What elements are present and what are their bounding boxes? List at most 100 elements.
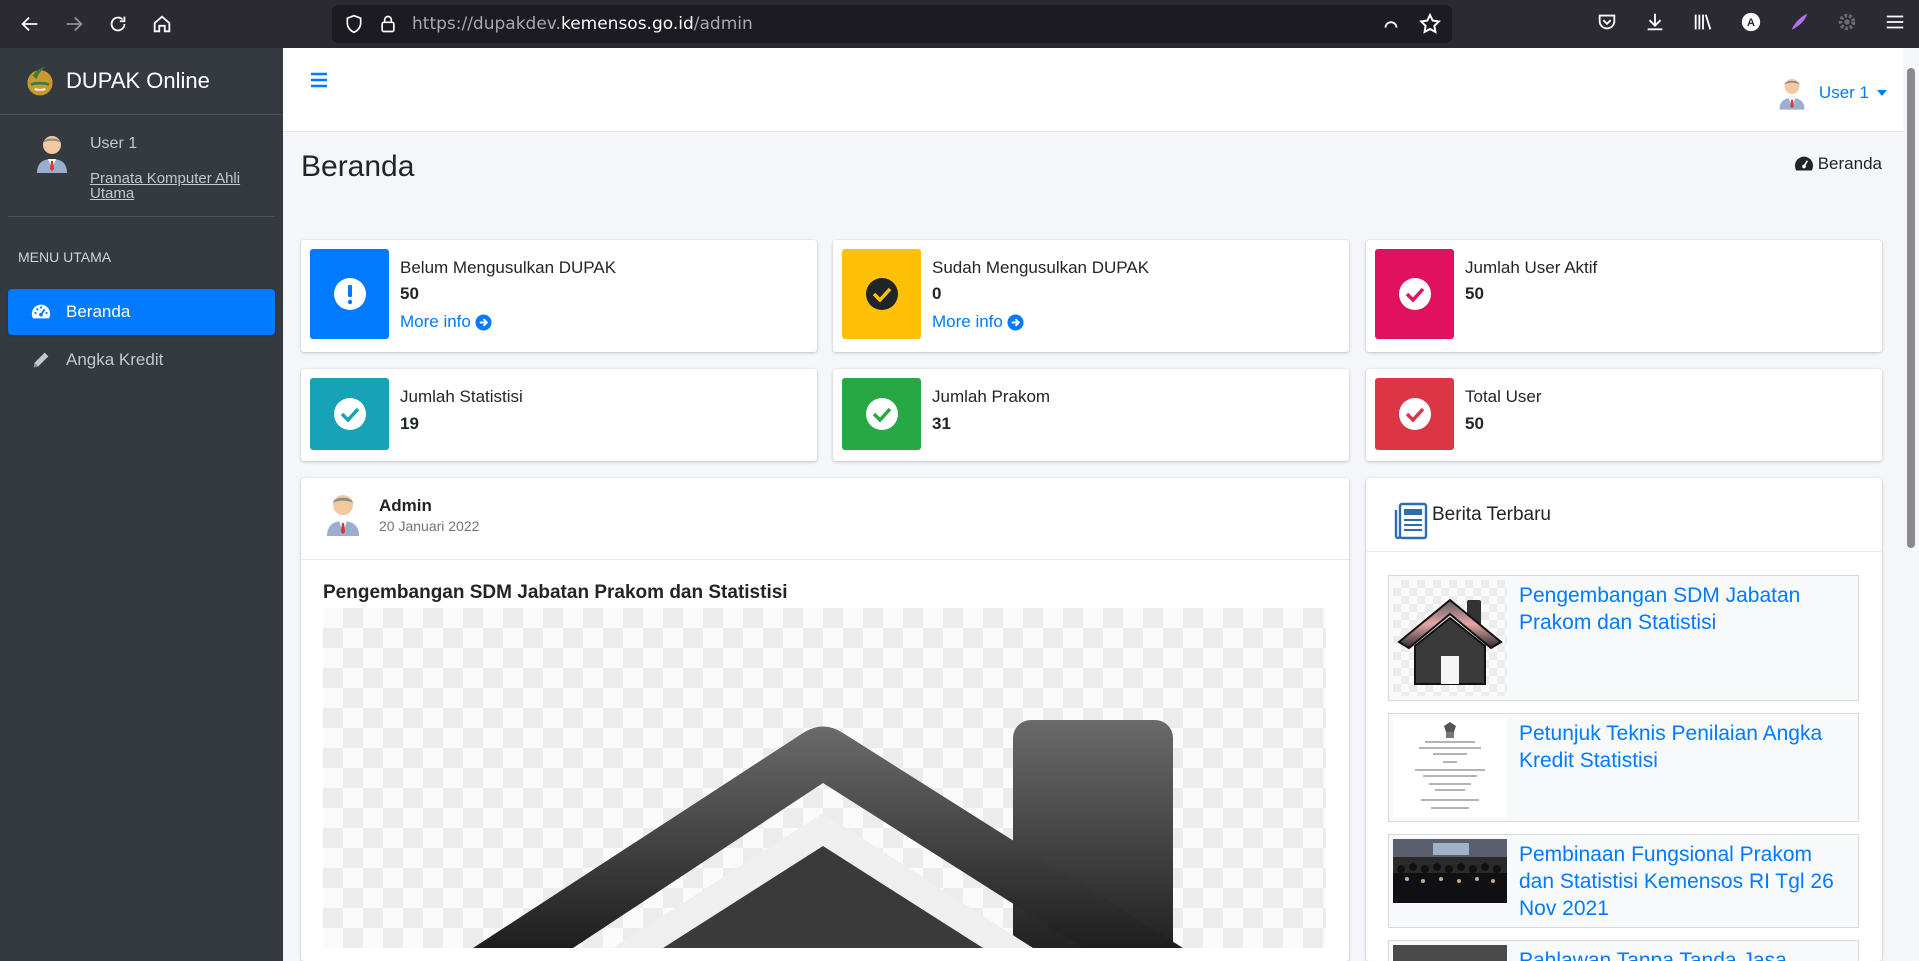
news-item[interactable]: Pahlawan Tanpa Tanda Jasa xyxy=(1388,940,1859,961)
forward-arrow-icon[interactable] xyxy=(60,10,88,38)
url-bar[interactable]: https://dupakdev.kemensos.go.id/admin xyxy=(332,5,1452,43)
account-icon[interactable]: A xyxy=(1739,10,1763,34)
news-header: Berita Terbaru xyxy=(1366,478,1882,552)
news-thumbnail xyxy=(1393,580,1507,696)
news-card: Berita Terbaru Pengembangan SDM Jabatan … xyxy=(1366,478,1882,961)
info-box-label: Jumlah Statistisi xyxy=(400,387,523,406)
info-box-value: 0 xyxy=(932,284,942,303)
check-circle-icon xyxy=(1398,278,1431,310)
exclamation-icon xyxy=(333,278,366,310)
url-text: https://dupakdev.kemensos.go.id/admin xyxy=(412,14,753,34)
post-author[interactable]: Admin xyxy=(379,496,432,516)
info-box-icon xyxy=(310,249,389,339)
user-avatar[interactable] xyxy=(34,133,70,173)
info-box-label: Belum Mengusulkan DUPAK xyxy=(400,258,617,277)
bookmark-star-icon[interactable] xyxy=(1418,11,1442,37)
page-title: Beranda xyxy=(301,150,415,183)
more-info-link[interactable]: More info xyxy=(400,312,492,332)
more-info-link[interactable]: More info xyxy=(932,312,1024,332)
document-thumbnail xyxy=(1393,718,1507,817)
info-box-icon xyxy=(310,378,389,450)
user-avatar xyxy=(1779,78,1805,110)
breadcrumb: Beranda xyxy=(1794,154,1882,174)
news-item[interactable]: Pembinaan Fungsional Prakom dan Statisti… xyxy=(1388,834,1859,928)
info-box-prakom: Jumlah Prakom 31 xyxy=(833,369,1349,461)
house-icon xyxy=(473,720,1183,948)
post-card: Admin 20 Januari 2022 Pengembangan SDM J… xyxy=(301,478,1349,961)
lock-icon[interactable] xyxy=(378,14,398,34)
news-link[interactable]: Pengembangan SDM Jabatan Prakom dan Stat… xyxy=(1519,582,1849,636)
browser-toolbar: https://dupakdev.kemensos.go.id/admin A xyxy=(0,0,1919,48)
info-box-label: Jumlah Prakom xyxy=(932,387,1051,406)
info-box-sudah-mengusulkan: Sudah Mengusulkan DUPAK 0 More info xyxy=(833,240,1349,352)
post-header: Admin 20 Januari 2022 xyxy=(301,478,1349,560)
info-box-label: Jumlah User Aktif xyxy=(1465,258,1598,277)
news-thumbnail xyxy=(1393,718,1507,817)
brand[interactable]: DUPAK Online xyxy=(0,48,283,115)
arrow-circle-right-icon xyxy=(1007,313,1024,331)
pencil-icon xyxy=(33,352,49,368)
sidebar-item-label: Beranda xyxy=(66,302,131,321)
post-image xyxy=(323,608,1326,948)
pocket-icon[interactable] xyxy=(1595,10,1619,34)
menu-header: MENU UTAMA xyxy=(18,249,112,265)
sidebar-item-angka-kredit[interactable]: Angka Kredit xyxy=(8,337,275,383)
dashboard-icon xyxy=(31,304,51,319)
info-box-icon xyxy=(842,378,921,450)
extension-feather-icon[interactable] xyxy=(1787,10,1811,34)
scrollbar-thumb[interactable] xyxy=(1907,68,1915,548)
extension-gear-icon[interactable] xyxy=(1835,10,1859,34)
info-box-user-aktif: Jumlah User Aktif 50 xyxy=(1366,240,1882,352)
info-box-label: Sudah Mengusulkan DUPAK xyxy=(932,258,1150,277)
reader-mode-icon[interactable] xyxy=(1380,11,1402,37)
sidebar-user-role[interactable]: Pranata Komputer Ahli Utama xyxy=(90,171,270,201)
newspaper-icon xyxy=(1394,502,1428,539)
news-link[interactable]: Pembinaan Fungsional Prakom dan Statisti… xyxy=(1519,841,1849,922)
hamburger-icon[interactable] xyxy=(309,70,329,90)
download-icon[interactable] xyxy=(1643,10,1667,34)
info-box-belum-mengusulkan: Belum Mengusulkan DUPAK 50 More info xyxy=(301,240,817,352)
group-photo-thumbnail xyxy=(1393,839,1507,903)
check-circle-icon xyxy=(1398,398,1431,430)
news-item[interactable]: Petunjuk Teknis Penilaian Angka Kredit S… xyxy=(1388,713,1859,822)
info-box-value: 50 xyxy=(1465,284,1484,303)
sidebar-item-beranda[interactable]: Beranda xyxy=(8,289,275,335)
content-header: Beranda Beranda xyxy=(301,150,1882,184)
news-thumbnail xyxy=(1393,945,1507,961)
info-box-icon xyxy=(1375,249,1454,339)
menu-icon[interactable] xyxy=(1883,10,1907,34)
shield-icon[interactable] xyxy=(344,14,364,34)
sidebar: DUPAK Online User 1 Pranata Komputer Ahl… xyxy=(0,48,283,961)
reload-icon[interactable] xyxy=(104,10,132,38)
info-box-value: 50 xyxy=(400,284,419,303)
post-date: 20 Januari 2022 xyxy=(379,518,480,534)
news-thumbnail xyxy=(1393,839,1507,903)
top-navbar: User 1 xyxy=(283,48,1903,132)
info-box-total-user: Total User 50 xyxy=(1366,369,1882,461)
news-link[interactable]: Petunjuk Teknis Penilaian Angka Kredit S… xyxy=(1519,720,1849,774)
house-icon xyxy=(1397,598,1503,685)
info-box-statistisi: Jumlah Statistisi 19 xyxy=(301,369,817,461)
brand-name: DUPAK Online xyxy=(66,68,210,93)
user-panel: User 1 Pranata Komputer Ahli Utama xyxy=(8,115,275,217)
dashboard-icon xyxy=(1794,156,1813,171)
home-icon[interactable] xyxy=(148,10,176,38)
check-circle-icon xyxy=(865,398,898,430)
sidebar-user-name[interactable]: User 1 xyxy=(90,135,270,153)
news-item[interactable]: Pengembangan SDM Jabatan Prakom dan Stat… xyxy=(1388,575,1859,701)
info-box-value: 31 xyxy=(932,414,951,433)
check-circle-icon xyxy=(333,398,366,430)
info-box-value: 19 xyxy=(400,414,419,433)
user-dropdown[interactable]: User 1 xyxy=(1777,76,1887,110)
info-box-icon xyxy=(1375,378,1454,450)
library-icon[interactable] xyxy=(1691,10,1715,34)
news-link[interactable]: Pahlawan Tanpa Tanda Jasa xyxy=(1519,947,1849,961)
back-arrow-icon[interactable] xyxy=(16,10,44,38)
svg-text:A: A xyxy=(1747,17,1755,29)
brand-logo-icon xyxy=(27,66,53,96)
info-box-icon xyxy=(842,249,921,339)
page-scrollbar[interactable] xyxy=(1903,48,1919,961)
user-dropdown-label: User 1 xyxy=(1818,83,1869,102)
author-avatar xyxy=(327,495,359,536)
breadcrumb-item[interactable]: Beranda xyxy=(1818,154,1882,174)
